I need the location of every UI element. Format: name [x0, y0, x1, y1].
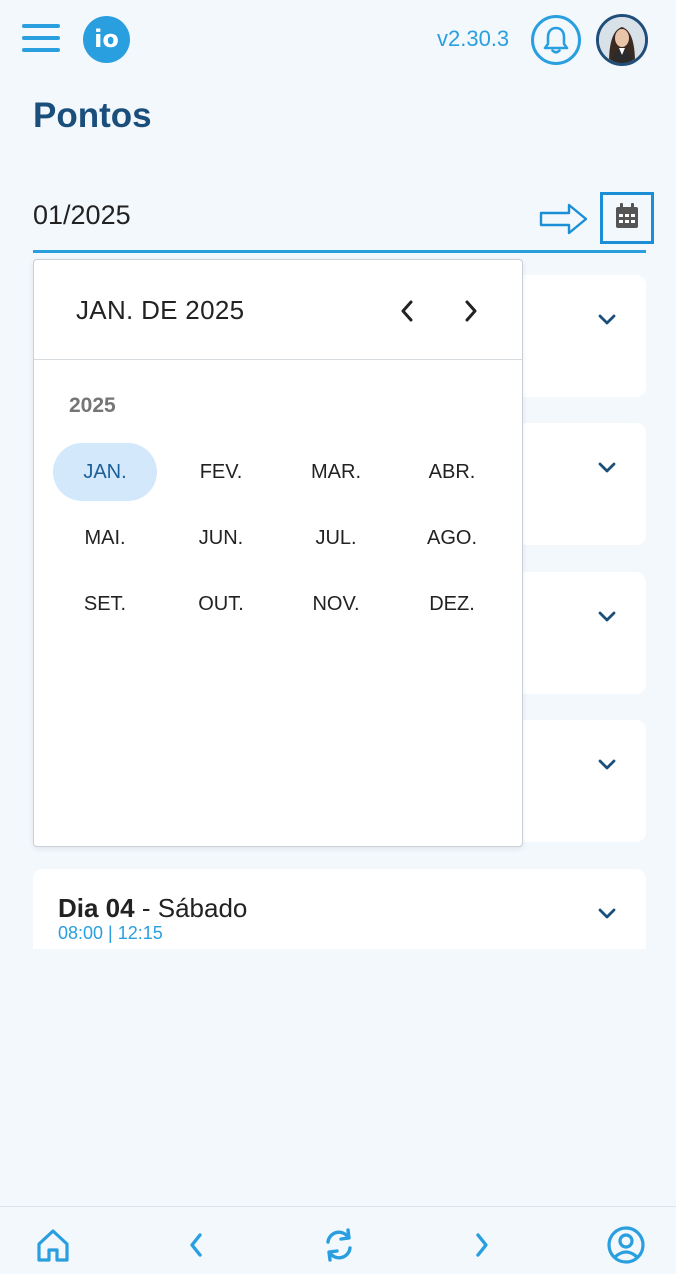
- day-times: 08:00 | 12:15: [58, 923, 163, 943]
- month-may[interactable]: MAI.: [53, 509, 157, 567]
- month-field[interactable]: 01/2025: [33, 188, 654, 256]
- month-dec[interactable]: DEZ.: [400, 575, 504, 633]
- user-circle-icon[interactable]: [606, 1225, 646, 1265]
- bottom-nav: [0, 1206, 676, 1274]
- home-icon[interactable]: [33, 1225, 73, 1265]
- chevron-right-icon[interactable]: [462, 1225, 502, 1265]
- month-feb[interactable]: FEV.: [169, 443, 273, 501]
- chevron-down-icon[interactable]: [598, 907, 616, 925]
- bell-icon[interactable]: [531, 15, 581, 65]
- day-weekday: - Sábado: [141, 893, 248, 923]
- chevron-down-icon[interactable]: [598, 313, 616, 331]
- month-oct[interactable]: OUT.: [169, 575, 273, 633]
- month-mar[interactable]: MAR.: [284, 443, 388, 501]
- chevron-left-icon[interactable]: [392, 296, 422, 326]
- chevron-left-icon[interactable]: [176, 1225, 216, 1265]
- picker-year-label: 2025: [69, 394, 116, 417]
- day-title: Dia 04 - Sábado: [58, 893, 247, 924]
- refresh-icon[interactable]: [319, 1225, 359, 1265]
- month-jan[interactable]: JAN.: [53, 443, 157, 501]
- app-header: io v2.30.3: [0, 0, 676, 80]
- app-logo: io: [83, 16, 130, 63]
- month-apr[interactable]: ABR.: [400, 443, 504, 501]
- day-card[interactable]: Dia 04 - Sábado 08:00 | 12:15: [33, 869, 646, 949]
- month-field-value[interactable]: 01/2025: [33, 200, 131, 231]
- chevron-down-icon[interactable]: [598, 461, 616, 479]
- month-picker: JAN. DE 2025 2025 JAN. FEV. MAR. ABR. MA…: [33, 259, 523, 847]
- chevron-down-icon[interactable]: [598, 758, 616, 776]
- calendar-icon: [614, 202, 640, 235]
- chevron-down-icon[interactable]: [598, 610, 616, 628]
- month-aug[interactable]: AGO.: [400, 509, 504, 567]
- arrow-right-icon: [539, 202, 589, 241]
- month-nov[interactable]: NOV.: [284, 575, 388, 633]
- hamburger-icon[interactable]: [22, 24, 62, 54]
- month-jun[interactable]: JUN.: [169, 509, 273, 567]
- picker-title[interactable]: JAN. DE 2025: [76, 295, 244, 326]
- version-label: v2.30.3: [437, 26, 510, 51]
- calendar-button[interactable]: [600, 192, 654, 244]
- day-label: Dia 04: [58, 893, 135, 923]
- month-sep[interactable]: SET.: [53, 575, 157, 633]
- avatar[interactable]: [596, 14, 648, 66]
- picker-header: JAN. DE 2025: [34, 260, 522, 360]
- chevron-right-icon[interactable]: [456, 296, 486, 326]
- page-title: Pontos: [33, 96, 152, 135]
- month-jul[interactable]: JUL.: [284, 509, 388, 567]
- month-field-underline: [33, 250, 646, 253]
